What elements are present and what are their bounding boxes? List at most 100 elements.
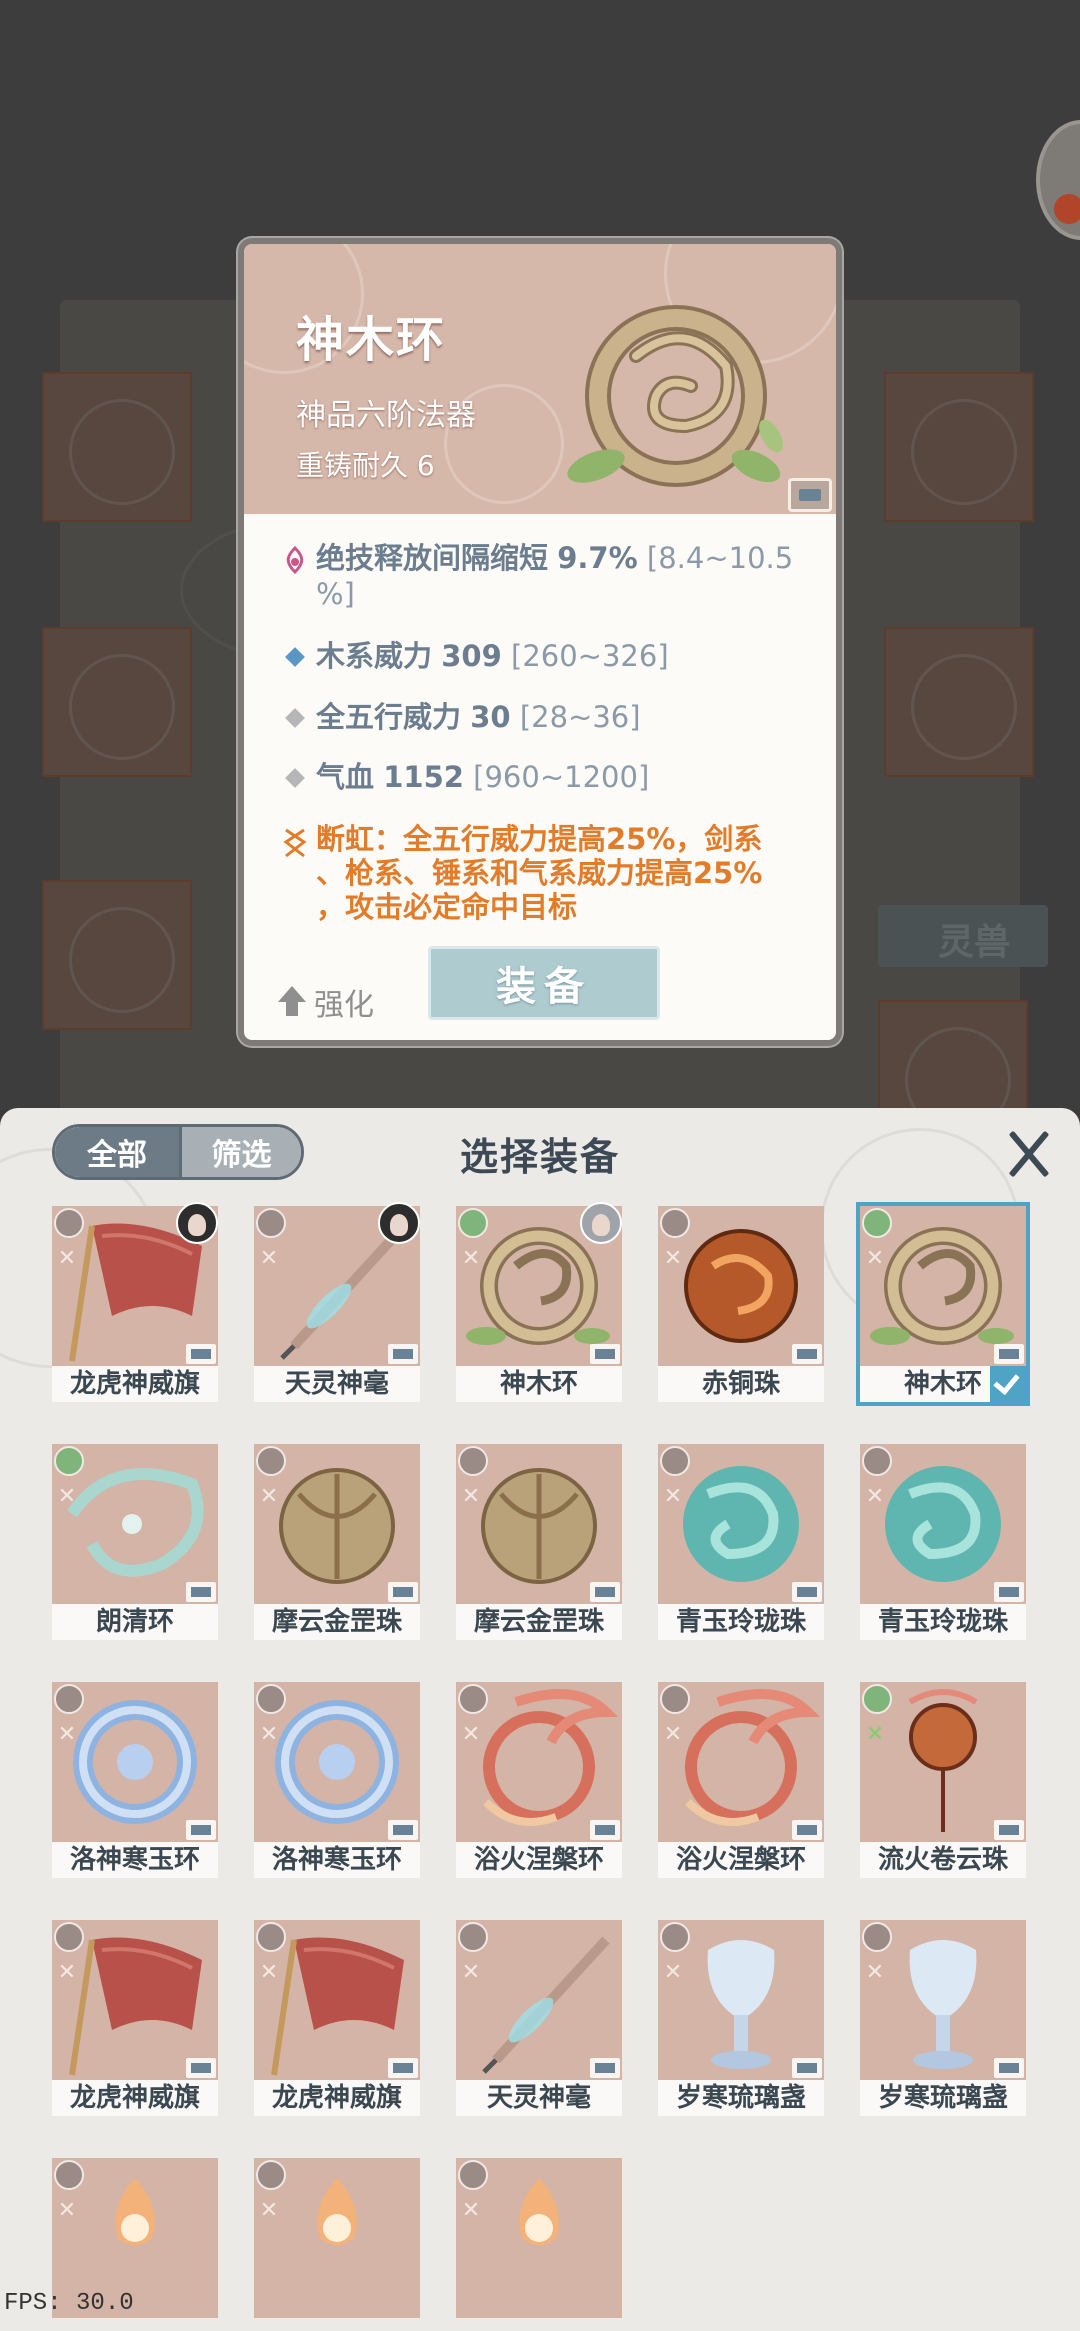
equipment-item-card[interactable]: ✕: [254, 2158, 420, 2331]
equipment-item-card[interactable]: ✕ 天灵神毫: [254, 1202, 420, 1402]
lock-icon: [388, 1582, 418, 1602]
equipment-item-card[interactable]: ✕ 浴火涅槃环: [456, 1682, 622, 1878]
lock-icon: [186, 2058, 216, 2078]
special-effect-icon: [274, 822, 316, 924]
equipment-item-card[interactable]: ✕ 浴火涅槃环: [658, 1682, 824, 1878]
lock-icon: [388, 2058, 418, 2078]
equipment-item-card[interactable]: ✕ 赤铜珠: [658, 1206, 824, 1402]
attribute-value: 1152: [383, 760, 464, 794]
lock-icon: [792, 1344, 822, 1364]
equipment-item-label: 神木环: [456, 1366, 622, 1402]
lock-icon[interactable]: [788, 478, 832, 512]
equipment-item-card[interactable]: ✕ 青玉玲珑珠: [658, 1444, 824, 1640]
attribute-row: 全五行威力 30 [28~36]: [274, 699, 814, 735]
lock-icon: [590, 1820, 620, 1840]
attribute-name: 全五行威力: [316, 700, 462, 734]
equipment-item-label: 岁寒琉璃盏: [860, 2080, 1026, 2116]
equipment-item-label: 摩云金罡珠: [254, 1604, 420, 1640]
element-icon: ✕: [865, 1484, 885, 1509]
background-equip-slot: [42, 372, 192, 522]
equipment-item-card[interactable]: ✕ 青玉玲珑珠: [860, 1444, 1026, 1640]
element-icon: ✕: [57, 1246, 77, 1271]
background-orb-button: [1036, 120, 1080, 240]
equipment-item-card[interactable]: ✕ 神木环: [860, 1206, 1026, 1402]
attribute-range-cont: %]: [316, 577, 355, 611]
equipment-item-label: 天灵神毫: [456, 2080, 622, 2116]
element-icon: ✕: [663, 1960, 683, 1985]
equipment-item-card[interactable]: ✕ 洛神寒玉环: [52, 1682, 218, 1878]
special-effect: 断虹：全五行威力提高25%，剑系 、枪系、锤系和气系威力提高25% ，攻击必定命…: [274, 822, 814, 924]
equipment-item-card[interactable]: ✕ 朗清环: [52, 1444, 218, 1640]
tab-filter[interactable]: 筛选: [179, 1127, 301, 1177]
element-icon: ✕: [57, 1722, 77, 1747]
element-icon: ✕: [663, 1246, 683, 1271]
equipment-item-card[interactable]: ✕ 岁寒琉璃盏: [658, 1920, 824, 2116]
grade-icon: [660, 1208, 690, 1238]
grade-icon: [862, 1446, 892, 1476]
grade-icon: [458, 1922, 488, 1952]
equipment-item-card[interactable]: ✕ 岁寒琉璃盏: [860, 1920, 1026, 2116]
item-name: 神木环: [296, 312, 447, 368]
blue-diamond-icon: [285, 647, 305, 667]
background-equip-slot: [878, 1000, 1028, 1110]
owner-avatar: [580, 1202, 622, 1244]
element-icon: ✕: [259, 1722, 279, 1747]
fps-counter: FPS: 30.0: [4, 2290, 134, 2317]
element-icon: ✕: [259, 2198, 279, 2223]
background-equip-slot: [884, 627, 1034, 777]
equipment-item-card[interactable]: ✕ 天灵神毫: [456, 1920, 622, 2116]
equipment-item-card[interactable]: ✕ 龙虎神威旗: [254, 1920, 420, 2116]
element-icon: ✕: [259, 1246, 279, 1271]
grade-icon: [458, 1208, 488, 1238]
lock-icon: [186, 1820, 216, 1840]
close-icon[interactable]: [1004, 1126, 1054, 1182]
equipment-item-label: 龙虎神威旗: [52, 1366, 218, 1402]
equipment-item-label: 洛神寒玉环: [52, 1842, 218, 1878]
attribute-range: [260~326]: [511, 639, 669, 673]
lock-icon: [792, 1820, 822, 1840]
lock-icon: [590, 1582, 620, 1602]
grey-diamond-icon: [285, 708, 305, 728]
lock-icon: [388, 1820, 418, 1840]
equipment-item-label: 朗清环: [52, 1604, 218, 1640]
element-icon: ✕: [865, 1960, 885, 1985]
equipment-item-card[interactable]: ✕ 龙虎神威旗: [52, 1202, 218, 1402]
equipment-item-label: 龙虎神威旗: [52, 2080, 218, 2116]
equipment-item-card[interactable]: ✕ 龙虎神威旗: [52, 1920, 218, 2116]
grade-icon: [54, 1446, 84, 1476]
equipment-item-card[interactable]: ✕ 神木环: [456, 1202, 622, 1402]
equipment-item-card[interactable]: ✕ 洛神寒玉环: [254, 1682, 420, 1878]
background-lingshou-tab: 灵兽: [878, 905, 1048, 967]
equipment-item-card[interactable]: ✕ 流火卷云珠: [860, 1682, 1026, 1878]
tab-all[interactable]: 全部: [55, 1127, 179, 1177]
element-icon: ✕: [57, 1960, 77, 1985]
grade-icon: [862, 1684, 892, 1714]
lock-icon: [186, 1344, 216, 1364]
equipment-item-label: 青玉玲珑珠: [860, 1604, 1026, 1640]
enhance-label: 强化: [314, 988, 374, 1023]
lock-icon: [388, 1344, 418, 1364]
attribute-range: [28~36]: [519, 700, 641, 734]
attribute-name: 木系威力: [316, 639, 433, 673]
enhance-button[interactable]: 强化: [278, 980, 374, 1024]
equipment-item-card[interactable]: ✕ 摩云金罡珠: [456, 1444, 622, 1640]
grade-icon: [862, 1922, 892, 1952]
item-grade: 神品六阶法器: [296, 398, 476, 433]
equipment-item-card[interactable]: ✕ 摩云金罡珠: [254, 1444, 420, 1640]
attribute-row: 绝技释放间隔缩短 9.7% [8.4~10.5 %]: [274, 540, 814, 612]
equipment-item-label: 浴火涅槃环: [658, 1842, 824, 1878]
lock-icon: [994, 1582, 1024, 1602]
item-detail-header: 神木环 神品六阶法器 重铸耐久 6: [244, 244, 836, 514]
element-icon: ✕: [461, 2198, 481, 2223]
grade-icon: [862, 1208, 892, 1238]
lock-icon: [994, 1820, 1024, 1840]
equip-button[interactable]: 装备: [428, 946, 660, 1020]
element-icon: ✕: [57, 2198, 77, 2223]
attribute-row: 木系威力 309 [260~326]: [274, 638, 814, 674]
element-icon: ✕: [461, 1246, 481, 1271]
element-icon: ✕: [57, 1484, 77, 1509]
equipment-item-card[interactable]: ✕: [456, 2158, 622, 2331]
grade-icon: [54, 2160, 84, 2190]
owner-avatar: [378, 1202, 420, 1244]
background-equip-slot: [884, 372, 1034, 522]
